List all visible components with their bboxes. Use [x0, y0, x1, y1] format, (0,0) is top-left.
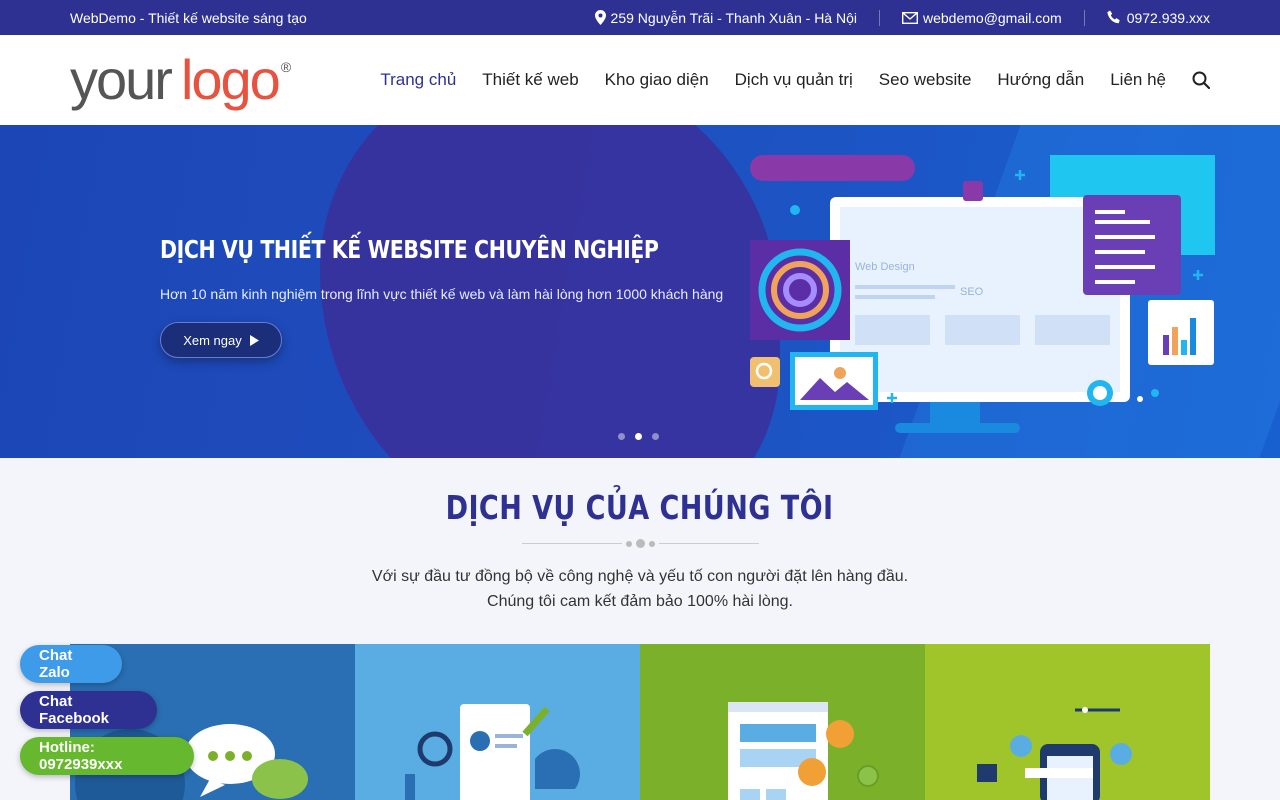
service-card-social[interactable] — [925, 644, 1210, 800]
hero-title: DỊCH VỤ THIẾT KẾ WEBSITE CHUYÊN NGHIỆP — [160, 235, 659, 264]
logo-part-your: your — [70, 48, 173, 111]
illustration-label-web-design: Web Design — [855, 261, 915, 273]
hero-content: DỊCH VỤ THIẾT KẾ WEBSITE CHUYÊN NGHIỆP H… — [160, 235, 768, 358]
nav-item-home[interactable]: Trang chủ — [380, 70, 456, 90]
chat-zalo-button[interactable]: Chat Zalo — [20, 645, 122, 683]
nav-item-themes[interactable]: Kho giao diện — [605, 70, 709, 90]
divider-dot — [635, 539, 645, 548]
logo-part-logo: logo — [180, 48, 281, 111]
divider — [1083, 9, 1085, 26]
hotline-button[interactable]: Hotline: 0972939xxx — [20, 737, 194, 775]
slider-dot[interactable] — [618, 433, 625, 440]
divider-dot — [625, 540, 632, 547]
divider-line — [521, 543, 622, 544]
view-now-label: Xem ngay — [183, 332, 242, 348]
main-nav: Trang chủ Thiết kế web Kho giao diện Dịc… — [380, 70, 1210, 90]
slider-dot[interactable] — [652, 433, 659, 440]
slider-dots — [618, 433, 659, 440]
divider-dot — [648, 540, 655, 547]
site-logo[interactable]: your logo ® — [70, 52, 291, 108]
title-divider — [0, 539, 1280, 548]
service-card-analytics[interactable] — [355, 644, 640, 800]
services-description: Với sự đầu tư đồng bộ về công nghệ và yế… — [0, 564, 1280, 614]
phone-item[interactable]: 0972.939.xxx — [1107, 10, 1210, 26]
email-item[interactable]: webdemo@gmail.com — [901, 10, 1062, 26]
hero-subtitle: Hơn 10 năm kinh nghiệm trong lĩnh vực th… — [160, 286, 724, 302]
mail-icon — [901, 11, 918, 24]
divider-line — [658, 543, 759, 544]
search-icon[interactable] — [1192, 71, 1210, 89]
top-bar: WebDemo - Thiết kế website sáng tạo 259 … — [0, 0, 1280, 35]
header: your logo ® Trang chủ Thiết kế web Kho g… — [0, 35, 1280, 125]
services-title: DỊCH VỤ CỦA CHÚNG TÔI — [446, 488, 834, 527]
services-desc-line-1: Với sự đầu tư đồng bộ về công nghệ và yế… — [371, 568, 909, 585]
phone-text[interactable]: 0972.939.xxx — [1127, 10, 1210, 26]
service-card-web[interactable] — [640, 644, 925, 800]
hero-slider: DỊCH VỤ THIẾT KẾ WEBSITE CHUYÊN NGHIỆP H… — [0, 125, 1280, 458]
logo-registered-mark: ® — [280, 59, 292, 75]
nav-item-seo[interactable]: Seo website — [879, 70, 972, 90]
address-item: 259 Nguyễn Trãi - Thanh Xuân - Hà Nội — [594, 9, 857, 26]
floating-contact-buttons: Chat Zalo Chat Facebook Hotline: 0972939… — [20, 645, 194, 775]
slider-dot-active[interactable] — [635, 433, 642, 440]
website-layout-illustration — [728, 702, 879, 800]
nav-item-admin-service[interactable]: Dịch vụ quản trị — [735, 70, 853, 90]
analytics-illustration — [405, 704, 580, 800]
view-now-button[interactable]: Xem ngay — [160, 322, 282, 358]
map-pin-icon — [594, 10, 606, 25]
nav-item-contact[interactable]: Liên hệ — [1110, 70, 1166, 90]
address-text: 259 Nguyễn Trãi - Thanh Xuân - Hà Nội — [610, 9, 857, 26]
services-section: DỊCH VỤ CỦA CHÚNG TÔI Với sự đầu tư đồng… — [0, 458, 1280, 614]
top-bar-contacts: 259 Nguyễn Trãi - Thanh Xuân - Hà Nội we… — [594, 9, 1210, 26]
social-media-illustration — [977, 707, 1132, 800]
chat-facebook-button[interactable]: Chat Facebook — [20, 691, 157, 729]
services-desc-line-2: Chúng tôi cam kết đảm bảo 100% hài lòng. — [487, 593, 793, 610]
nav-item-web-design[interactable]: Thiết kế web — [482, 70, 578, 90]
phone-icon — [1107, 10, 1120, 24]
play-icon — [249, 334, 259, 346]
email-text[interactable]: webdemo@gmail.com — [923, 10, 1062, 26]
web-design-illustration: Web Design SEO — [750, 155, 1215, 433]
service-cards — [70, 644, 1210, 800]
nav-item-guide[interactable]: Hướng dẫn — [997, 70, 1084, 90]
divider — [878, 9, 880, 26]
top-bar-brand: WebDemo - Thiết kế website sáng tạo — [70, 9, 307, 26]
illustration-label-seo: SEO — [960, 286, 984, 298]
